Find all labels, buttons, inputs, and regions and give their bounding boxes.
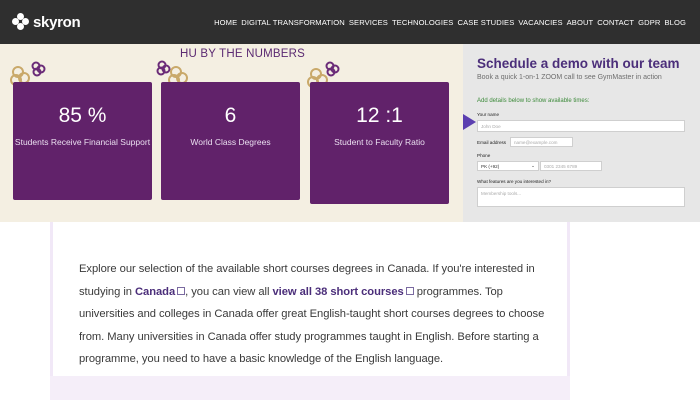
stat-card-degrees: 6 World Class Degrees <box>161 82 300 200</box>
nav-item-vacancies[interactable]: VACANCIES <box>518 18 562 27</box>
nav-item-about[interactable]: ABOUT <box>567 18 594 27</box>
stat-value: 85 % <box>58 104 107 127</box>
brand-name: skyron <box>33 13 81 31</box>
stat-value: 12 :1 <box>356 104 403 127</box>
logo-icon <box>12 13 30 31</box>
content-footer-band <box>50 376 570 400</box>
phone-country-select[interactable]: PK (+92) ⌄ <box>477 161 539 171</box>
link-view-all-courses[interactable]: view all 38 short courses <box>272 286 403 298</box>
link-canada[interactable]: Canada <box>135 286 175 298</box>
features-textarea[interactable]: Membership tools... <box>477 187 685 207</box>
nav-item-case-studies[interactable]: CASE STUDIES <box>457 18 514 27</box>
course-description-card: Explore our selection of the available s… <box>50 222 570 400</box>
page: skyron HOME DIGITAL TRANSFORMATION SERVI… <box>0 0 700 400</box>
main-nav: HOME DIGITAL TRANSFORMATION SERVICES TEC… <box>214 0 686 44</box>
demo-form-panel: Schedule a demo with our team Book a qui… <box>463 44 700 222</box>
features-label: What features are you interested in? <box>477 179 552 184</box>
phone-country-value: PK (+92) <box>481 163 500 169</box>
nav-item-technologies[interactable]: TECHNOLOGIES <box>392 18 454 27</box>
name-label: Your name <box>477 112 500 117</box>
nav-item-home[interactable]: HOME <box>214 18 237 27</box>
email-label: Email address <box>477 140 507 145</box>
course-description-text: Explore our selection of the available s… <box>79 258 559 371</box>
name-input[interactable]: John Doe <box>477 120 685 132</box>
pointer-arrow-icon <box>463 114 476 130</box>
phone-input[interactable]: 0301 2345 6789 <box>540 161 602 171</box>
stat-label: Student to Faculty Ratio <box>334 137 425 147</box>
external-link-icon <box>405 286 414 295</box>
nav-item-gdpr[interactable]: GDPR <box>638 18 660 27</box>
demo-subtitle: Book a quick 1-on-1 ZOOM call to see Gym… <box>477 74 662 81</box>
nav-item-services[interactable]: SERVICES <box>349 18 388 27</box>
email-field[interactable]: name@example.com <box>510 137 573 147</box>
stat-card-ratio: 12 :1 Student to Faculty Ratio <box>310 82 449 204</box>
stat-label: Students Receive Financial Support <box>14 137 151 147</box>
demo-hint: Add details below to show available time… <box>477 98 590 104</box>
phone-label: Phone <box>477 153 491 158</box>
demo-title: Schedule a demo with our team <box>477 56 680 71</box>
description-text-part: , you can view all <box>185 285 273 298</box>
stat-card-financial-support: 85 % Students Receive Financial Support <box>13 82 152 200</box>
external-link-icon <box>177 286 186 295</box>
brand-logo[interactable]: skyron <box>12 13 81 31</box>
nav-item-contact[interactable]: CONTACT <box>597 18 634 27</box>
stat-value: 6 <box>224 104 237 127</box>
nav-item-digital-transformation[interactable]: DIGITAL TRANSFORMATION <box>241 18 345 27</box>
nav-item-blog[interactable]: BLOG <box>664 18 686 27</box>
top-navbar: skyron HOME DIGITAL TRANSFORMATION SERVI… <box>0 0 700 44</box>
chevron-down-icon: ⌄ <box>531 163 535 168</box>
stat-label: World Class Degrees <box>190 137 271 147</box>
